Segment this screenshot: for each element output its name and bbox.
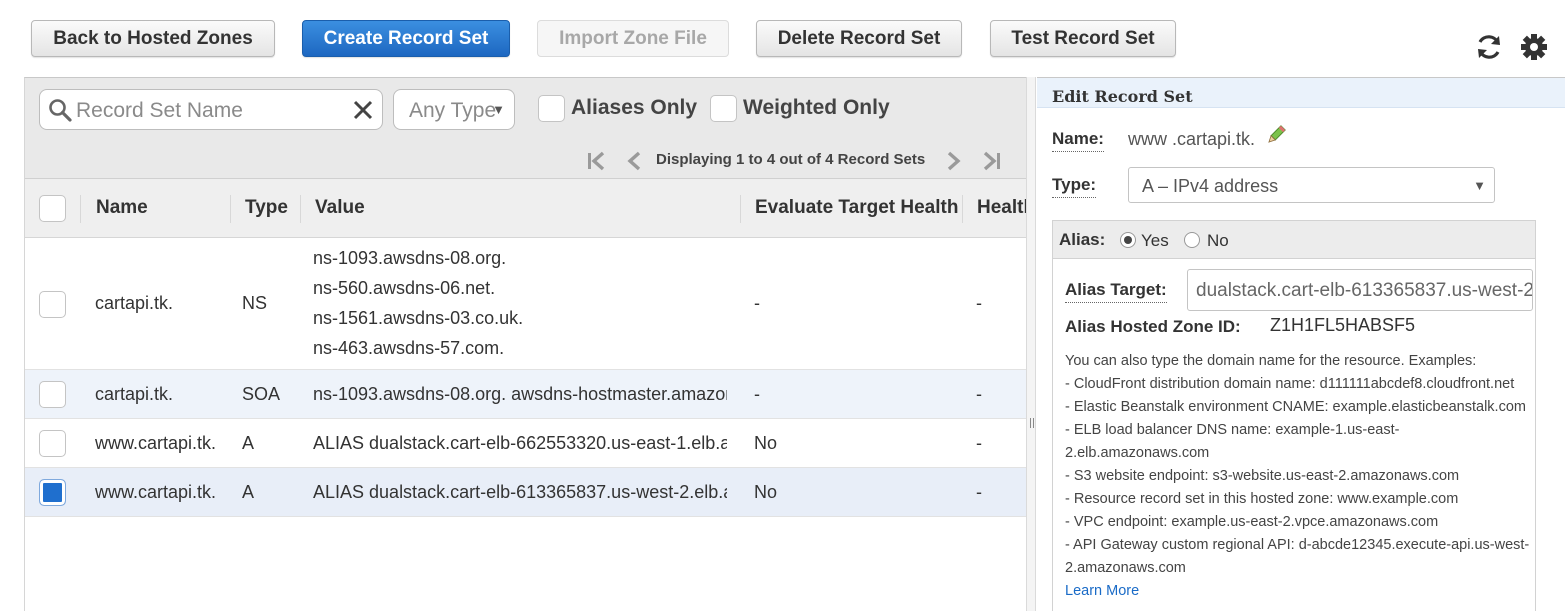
alias-target-value: dualstack.cart-elb-613365837.us-west-2.e…: [1196, 280, 1533, 301]
aliases-only-checkbox[interactable]: [538, 95, 565, 122]
record-type-select[interactable]: Any Type ▼: [393, 89, 515, 130]
record-type: A: [242, 482, 255, 502]
splitter-grip-icon[interactable]: [1030, 418, 1034, 428]
gear-icon[interactable]: [1519, 32, 1549, 62]
aliases-only-label: Aliases Only: [571, 96, 698, 119]
record-type: NS: [242, 293, 268, 313]
import-zone-file-button: Import Zone File: [537, 20, 729, 57]
record-value: ns-463.awsdns-57.com.: [313, 338, 505, 358]
column-header-health[interactable]: Health: [977, 197, 1026, 219]
row-checkbox[interactable]: [39, 291, 66, 318]
back-to-hosted-zones-button[interactable]: Back to Hosted Zones: [31, 20, 275, 57]
record-name: www.cartapi.tk.: [95, 433, 217, 453]
record-sets-pane: Record Set Name Any Type ▼ Aliases Only …: [24, 77, 1026, 611]
alias-help-text: You can also type the domain name for th…: [1065, 350, 1535, 603]
table-row[interactable]: cartapi.tk. NS ns-1093.awsdns-08.org. ns…: [25, 238, 1026, 370]
chevron-down-icon: ▼: [1473, 178, 1486, 193]
record-value: ns-560.awsdns-06.net.: [313, 278, 496, 298]
record-name: cartapi.tk.: [95, 384, 174, 404]
table-row[interactable]: cartapi.tk. SOA ns-1093.awsdns-08.org. a…: [25, 370, 1026, 419]
record-name: www.cartapi.tk.: [95, 482, 217, 502]
help-example: - Elastic Beanstalk environment CNAME: e…: [1065, 399, 1526, 415]
record-value: ns-1093.awsdns-08.org.: [313, 248, 507, 268]
name-label: Name:: [1052, 129, 1104, 152]
column-header-type[interactable]: Type: [245, 197, 288, 219]
record-evaluate-health: -: [754, 384, 760, 404]
record-name: cartapi.tk.: [95, 293, 174, 313]
weighted-only-checkbox[interactable]: [710, 95, 737, 122]
column-header-name[interactable]: Name: [96, 197, 148, 219]
record-type: SOA: [242, 384, 281, 404]
pagination-status: Displaying 1 to 4 out of 4 Record Sets: [656, 151, 926, 168]
alias-target-input[interactable]: dualstack.cart-elb-613365837.us-west-2.e…: [1187, 269, 1533, 311]
record-type-value: Any Type: [409, 99, 497, 122]
column-header-evaluate-target-health[interactable]: Evaluate Target Health: [755, 197, 958, 219]
record-evaluate-health: -: [754, 293, 760, 313]
record-evaluate-health: No: [754, 482, 778, 502]
pane-splitter[interactable]: [1026, 77, 1036, 611]
alias-target-label: Alias Target:: [1065, 280, 1167, 303]
create-record-set-button[interactable]: Create Record Set: [302, 20, 510, 57]
alias-yes-label[interactable]: Yes: [1141, 231, 1169, 251]
chevron-down-icon: ▼: [492, 102, 505, 117]
record-type: A: [242, 433, 255, 453]
help-example: - CloudFront distribution domain name: d…: [1065, 376, 1515, 392]
filter-bar: Record Set Name Any Type ▼ Aliases Only …: [25, 78, 1026, 179]
table-header: Name Type Value Evaluate Target Health H…: [25, 179, 1026, 238]
record-type-dropdown[interactable]: A – IPv4 address ▼: [1128, 167, 1495, 203]
search-placeholder: Record Set Name: [76, 99, 243, 122]
learn-more-link[interactable]: Learn More: [1065, 580, 1535, 603]
record-health: -: [976, 384, 982, 404]
select-all-checkbox[interactable]: [39, 195, 66, 222]
record-type-dropdown-value: A – IPv4 address: [1142, 176, 1279, 196]
alias-header: Alias: Yes No: [1053, 221, 1535, 259]
record-value: ALIAS dualstack.cart-elb-613365837.us-we…: [313, 482, 727, 502]
record-health: -: [976, 293, 982, 313]
weighted-only-label: Weighted Only: [743, 96, 890, 119]
type-label: Type:: [1052, 175, 1097, 198]
name-value: www .cartapi.tk.: [1128, 129, 1256, 149]
column-header-value[interactable]: Value: [315, 197, 365, 219]
table-row[interactable]: www.cartapi.tk. A ALIAS dualstack.cart-e…: [25, 419, 1026, 468]
previous-page-icon[interactable]: [623, 150, 647, 172]
test-record-set-button[interactable]: Test Record Set: [990, 20, 1176, 57]
next-page-icon[interactable]: [941, 150, 965, 172]
table-row[interactable]: www.cartapi.tk. A ALIAS dualstack.cart-e…: [25, 468, 1026, 517]
panel-header: Edit Record Set: [1037, 78, 1565, 108]
record-value: ns-1561.awsdns-03.co.uk.: [313, 308, 524, 328]
alias-section: Alias: Yes No Alias Target: dualstack.ca…: [1052, 220, 1536, 611]
help-example: - Resource record set in this hosted zon…: [1065, 491, 1459, 507]
row-checkbox[interactable]: [39, 430, 66, 457]
delete-record-set-button[interactable]: Delete Record Set: [756, 20, 962, 57]
last-page-icon[interactable]: [979, 150, 1003, 172]
first-page-icon[interactable]: [585, 150, 609, 172]
search-icon: [49, 99, 72, 122]
record-evaluate-health: No: [754, 433, 778, 453]
alias-no-label[interactable]: No: [1207, 231, 1229, 251]
alias-yes-radio[interactable]: [1120, 232, 1136, 248]
row-checkbox[interactable]: [39, 479, 66, 506]
clear-search-icon[interactable]: [352, 99, 374, 121]
panel-title: Edit Record Set: [1052, 87, 1193, 106]
help-example: - API Gateway custom regional API: d-abc…: [1065, 537, 1530, 576]
alias-hosted-zone-id-label: Alias Hosted Zone ID:: [1065, 317, 1241, 336]
alias-no-radio[interactable]: [1184, 232, 1200, 248]
alias-label: Alias:: [1059, 230, 1106, 249]
row-checkbox[interactable]: [39, 381, 66, 408]
help-example: - ELB load balancer DNS name: example-1.…: [1065, 422, 1400, 461]
record-set-search-input[interactable]: Record Set Name: [39, 89, 383, 130]
record-health: -: [976, 482, 982, 502]
record-value: ns-1093.awsdns-08.org. awsdns-hostmaster…: [313, 384, 727, 404]
record-health: -: [976, 433, 982, 453]
alias-hosted-zone-id-value: Z1H1FL5HABSF5: [1270, 315, 1416, 335]
help-example: - VPC endpoint: example.us-east-2.vpce.a…: [1065, 514, 1439, 530]
edit-record-set-panel: Edit Record Set Name: www .cartapi.tk. T…: [1037, 77, 1565, 611]
record-value: ALIAS dualstack.cart-elb-662553320.us-ea…: [313, 433, 727, 453]
help-intro: You can also type the domain name for th…: [1065, 353, 1477, 369]
refresh-icon[interactable]: [1474, 32, 1504, 62]
pencil-icon[interactable]: [1265, 124, 1287, 146]
help-example: - S3 website endpoint: s3-website.us-eas…: [1065, 468, 1460, 484]
